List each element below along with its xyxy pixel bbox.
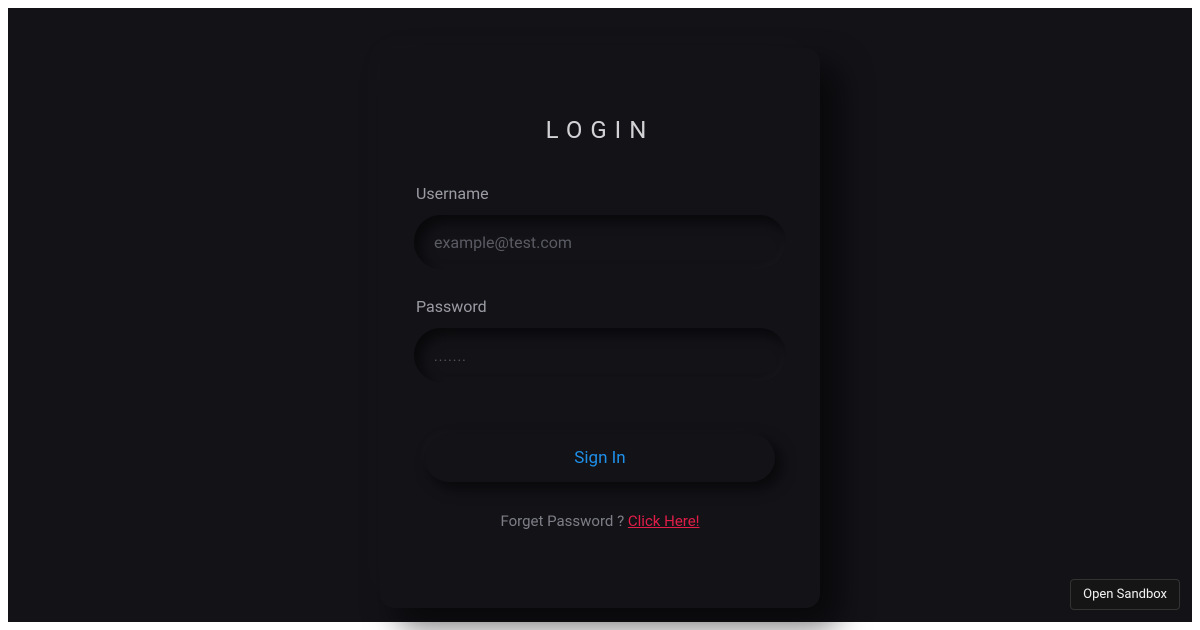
forgot-password-row: Forget Password ? Click Here! [414, 512, 786, 530]
password-group: Password [414, 297, 786, 382]
password-label: Password [416, 297, 786, 316]
open-sandbox-button[interactable]: Open Sandbox [1070, 579, 1180, 610]
password-input[interactable] [414, 328, 786, 382]
username-input[interactable] [414, 215, 786, 269]
login-card: LOGIN Username Password Sign In Forget P… [380, 48, 820, 608]
login-title: LOGIN [414, 116, 786, 144]
signin-button[interactable]: Sign In [425, 434, 775, 482]
username-label: Username [416, 184, 786, 203]
username-group: Username [414, 184, 786, 269]
forgot-password-text: Forget Password ? [500, 512, 627, 530]
forgot-password-link[interactable]: Click Here! [628, 512, 700, 530]
